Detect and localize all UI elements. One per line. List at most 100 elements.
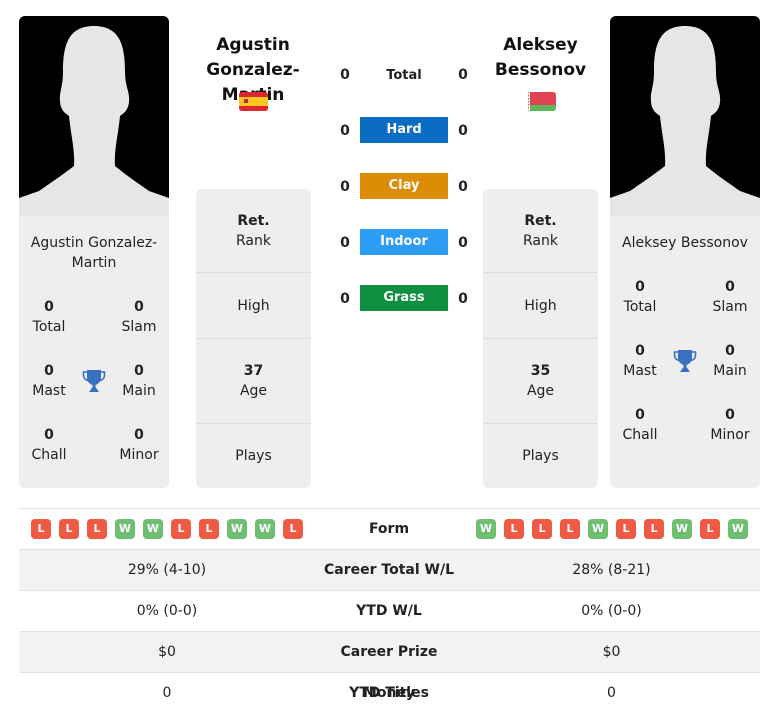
form-loss-badge[interactable]: L (59, 519, 79, 539)
form-win-badge[interactable]: W (728, 519, 748, 539)
high-label: High (524, 297, 557, 314)
stat-label: Main (713, 363, 747, 379)
player2-minor-stat: 0 Minor (705, 405, 755, 445)
player1-rank: Ret. Rank (196, 189, 311, 273)
stat-label: Main (122, 383, 156, 399)
stat-value: 0 (725, 407, 735, 423)
surface-total-label[interactable]: Total (360, 63, 448, 89)
stat-label: Slam (712, 299, 748, 315)
player1-info-card: Ret. Rank High 37 Age Plays (196, 189, 311, 488)
trophy-icon (673, 348, 697, 378)
belarus-flag-icon (527, 92, 556, 111)
stat-label: Mast (623, 363, 657, 379)
rank-label: Rank (236, 232, 271, 249)
stat-value: 0 (725, 279, 735, 295)
player2-slam-stat: 0 Slam (710, 277, 750, 317)
form-loss-badge[interactable]: L (31, 519, 51, 539)
age-label: Age (526, 383, 555, 399)
stat-value: 0 (635, 407, 645, 423)
form-win-badge[interactable]: W (227, 519, 247, 539)
form-loss-badge[interactable]: L (616, 519, 636, 539)
player2-main-stat: 0 Main (710, 341, 750, 381)
form-loss-badge[interactable]: L (644, 519, 664, 539)
player1-card-name: Agustin Gonzalez-Martin (30, 235, 158, 271)
player1-mast-stat: 0 Mast (29, 361, 69, 401)
stat-value: 0 (44, 427, 54, 443)
trophy-icon (82, 368, 106, 398)
form-loss-badge[interactable]: L (171, 519, 191, 539)
stat-value: 0 (134, 427, 144, 443)
form-loss-badge[interactable]: L (283, 519, 303, 539)
form-win-badge[interactable]: W (672, 519, 692, 539)
stat-label: Total (32, 319, 66, 335)
player2-high: High (483, 273, 598, 339)
stat-label: Total (623, 299, 657, 315)
player1-plays: Plays (196, 424, 311, 488)
career-wl-label: Career Total W/L (324, 562, 454, 578)
player1-card: Agustin Gonzalez-Martin 0 Total 0 Slam 0 Ma… (19, 216, 169, 488)
form-win-badge[interactable]: W (255, 519, 275, 539)
player2-clay-count: 0 (458, 179, 468, 195)
stat-value: 0 (725, 343, 735, 359)
ytd-titles-row: 0 YTD Titles 0 (19, 672, 760, 714)
player1-total-count: 0 (340, 67, 350, 83)
player2-plays: Plays (483, 424, 598, 488)
age-value: 37 (243, 363, 264, 379)
stat-label: Minor (119, 447, 159, 463)
player2-ytd-titles: 0 (607, 685, 616, 701)
form-loss-badge[interactable]: L (87, 519, 107, 539)
form-win-badge[interactable]: W (588, 519, 608, 539)
form-loss-badge[interactable]: L (504, 519, 524, 539)
player1-first-name: Agustin (216, 35, 290, 55)
rank-value: Ret. (237, 212, 270, 229)
surface-hard-label[interactable]: Hard (360, 117, 448, 143)
stat-label: Chall (31, 447, 67, 463)
player1-minor-stat: 0 Minor (114, 425, 164, 465)
prize-money-row: $0 Career Prize Money $0 (19, 631, 760, 701)
stat-label: Chall (622, 427, 658, 443)
player2-name[interactable]: Aleksey Bessonov (478, 33, 603, 83)
stat-value: 0 (635, 279, 645, 295)
player1-ytd-titles: 0 (162, 685, 172, 701)
surface-clay-label[interactable]: Clay (360, 173, 448, 199)
player1-chall-stat: 0 Chall (29, 425, 69, 465)
form-label: Form (368, 521, 410, 537)
player1-high: High (196, 273, 311, 339)
player2-total-count: 0 (458, 67, 468, 83)
player1-slam-stat: 0 Slam (119, 297, 159, 337)
rank-label: Rank (523, 232, 558, 249)
form-win-badge[interactable]: W (476, 519, 496, 539)
player2-prize-money: $0 (602, 644, 621, 660)
stat-value: 0 (134, 363, 144, 379)
stat-value: 0 (134, 299, 144, 315)
player2-mast-stat: 0 Mast (620, 341, 660, 381)
player1-ytd-wl: 0% (0-0) (136, 603, 198, 619)
form-loss-badge[interactable]: L (700, 519, 720, 539)
ytd-titles-label: YTD Titles (349, 685, 429, 701)
form-loss-badge[interactable]: L (532, 519, 552, 539)
player2-chall-stat: 0 Chall (620, 405, 660, 445)
form-win-badge[interactable]: W (115, 519, 135, 539)
player2-card-name: Aleksey Bessonov (622, 235, 748, 251)
plays-label: Plays (522, 448, 559, 464)
player2-card: Aleksey Bessonov 0 Total 0 Slam 0 Mast 0 Mai… (610, 216, 760, 488)
stat-label: Minor (710, 427, 750, 443)
plays-label: Plays (235, 448, 272, 464)
form-loss-badge[interactable]: L (560, 519, 580, 539)
stat-label: Mast (32, 383, 66, 399)
player1-career-wl: 29% (4-10) (127, 562, 207, 578)
player1-indoor-count: 0 (340, 235, 350, 251)
surface-grass-label[interactable]: Grass (360, 285, 448, 311)
stat-label: Slam (121, 319, 157, 335)
age-label: Age (239, 383, 268, 399)
player1-total-stat: 0 Total (29, 297, 69, 337)
form-win-badge[interactable]: W (143, 519, 163, 539)
surface-indoor-label[interactable]: Indoor (360, 229, 448, 255)
player2-info-card: Ret. Rank High 35 Age Plays (483, 189, 598, 488)
ytd-wl-label: YTD W/L (356, 603, 422, 619)
player1-main-stat: 0 Main (119, 361, 159, 401)
player2-form: WLLLWLLWLW (476, 519, 748, 539)
form-loss-badge[interactable]: L (199, 519, 219, 539)
player2-grass-count: 0 (458, 291, 468, 307)
career-wl-row: 29% (4-10) Career Total W/L 28% (8-21) (19, 549, 760, 591)
